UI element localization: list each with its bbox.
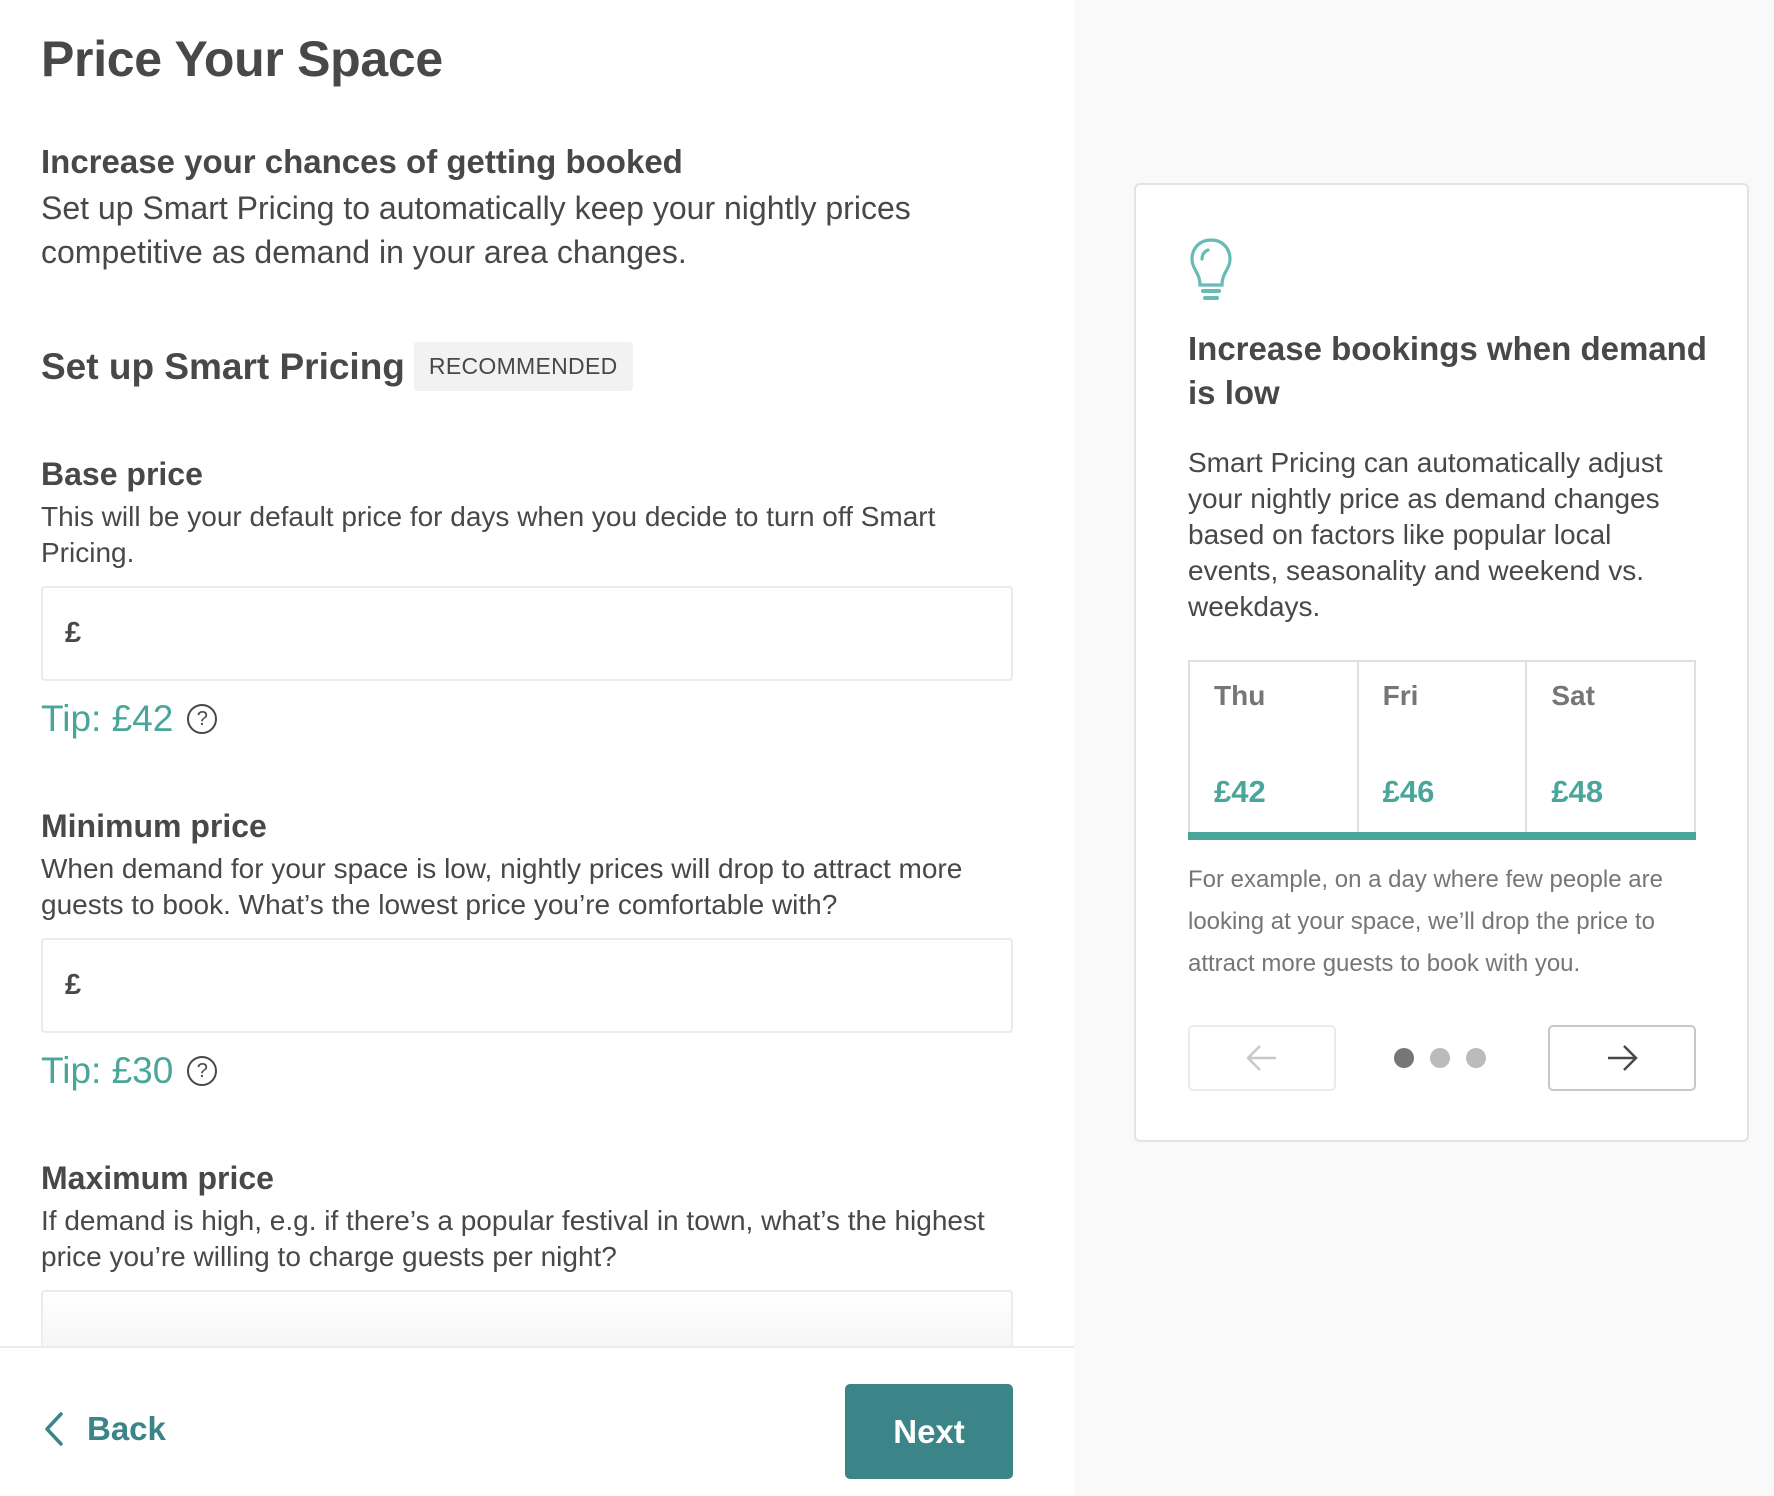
- base-price-label: Base price: [41, 456, 203, 492]
- footer-bar: Back Next: [0, 1346, 1074, 1496]
- slide-dot-3[interactable]: [1466, 1048, 1486, 1068]
- base-price-tip: Tip: £42 ?: [41, 698, 218, 740]
- day-cell: Sat £48: [1527, 662, 1694, 832]
- maximum-price-description: If demand is high, e.g. if there’s a pop…: [41, 1205, 985, 1272]
- next-button[interactable]: Next: [845, 1384, 1013, 1479]
- example-text: For example, on a day where few people a…: [1188, 866, 1663, 977]
- back-button[interactable]: Back: [41, 1410, 166, 1448]
- day-cell: Fri £46: [1359, 662, 1528, 832]
- previous-slide-button[interactable]: [1188, 1025, 1336, 1091]
- day-name: Sat: [1551, 680, 1595, 711]
- form-panel: Price Your Space Increase your chances o…: [0, 0, 1074, 1496]
- currency-symbol: £: [65, 969, 82, 1001]
- recommended-badge: RECOMMENDED: [413, 342, 633, 391]
- day-price: £42: [1214, 774, 1266, 809]
- slide-dot-1[interactable]: [1394, 1048, 1414, 1068]
- day-price: £46: [1382, 774, 1435, 809]
- day-name: Fri: [1382, 680, 1419, 711]
- minimum-price-input[interactable]: [89, 940, 1011, 1031]
- next-slide-button[interactable]: [1548, 1025, 1696, 1091]
- maximum-price-field: Maximum price If demand is high, e.g. if…: [41, 1160, 1013, 1390]
- arrow-left-icon: [1246, 1045, 1276, 1071]
- day-cell: Thu £42: [1190, 662, 1359, 832]
- slide-indicators: [1394, 1048, 1486, 1068]
- slide-dot-2[interactable]: [1430, 1048, 1450, 1068]
- info-panel: Increase bookings when demand is low Sma…: [1074, 0, 1774, 1496]
- minimum-price-field: Minimum price When demand for your space…: [41, 808, 1013, 1091]
- carousel-controls: [1188, 1025, 1696, 1091]
- base-price-input-box[interactable]: £: [41, 586, 1013, 681]
- help-icon[interactable]: ?: [187, 1056, 218, 1086]
- base-price-input[interactable]: [89, 588, 1011, 679]
- card-text: Smart Pricing can automatically adjust y…: [1188, 447, 1663, 622]
- intro-heading: Increase your chances of getting booked: [41, 143, 683, 180]
- help-icon[interactable]: ?: [187, 704, 218, 734]
- minimum-price-description: When demand for your space is low, night…: [41, 853, 963, 920]
- chevron-left-icon: [45, 1412, 63, 1446]
- minimum-price-label: Minimum price: [41, 808, 267, 844]
- minimum-price-input-box[interactable]: £: [41, 938, 1013, 1033]
- section-title: Set up Smart Pricing: [41, 345, 405, 387]
- maximum-price-label: Maximum price: [41, 1160, 274, 1196]
- day-price: £48: [1551, 774, 1604, 809]
- back-label: Back: [87, 1410, 166, 1447]
- lightbulb-icon: [1190, 238, 1232, 300]
- currency-symbol: £: [65, 617, 82, 649]
- base-price-description: This will be your default price for days…: [41, 501, 936, 568]
- info-card: Increase bookings when demand is low Sma…: [1134, 183, 1749, 1142]
- intro-text: Set up Smart Pricing to automatically ke…: [41, 190, 911, 270]
- base-price-field: Base price This will be your default pri…: [41, 456, 1013, 739]
- tip-text: Tip: £42: [41, 698, 174, 739]
- days-underline-bar: [1188, 832, 1696, 840]
- day-name: Thu: [1214, 680, 1266, 711]
- minimum-price-tip: Tip: £30 ?: [41, 1050, 218, 1092]
- arrow-right-icon: [1608, 1045, 1638, 1071]
- day-price-table: Thu £42 Fri £46 Sat £48: [1188, 660, 1696, 832]
- smart-pricing-header: Set up Smart Pricing RECOMMENDED: [41, 342, 633, 391]
- page-title: Price Your Space: [41, 31, 443, 87]
- tip-text: Tip: £30: [41, 1050, 174, 1091]
- card-title: Increase bookings when demand is low: [1188, 330, 1707, 411]
